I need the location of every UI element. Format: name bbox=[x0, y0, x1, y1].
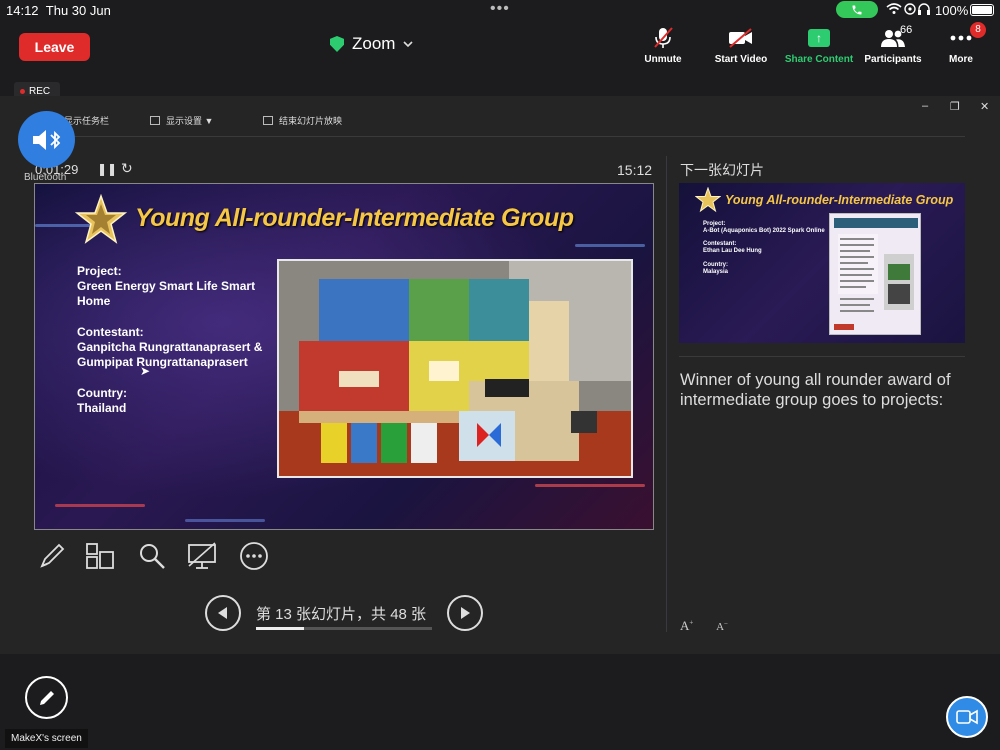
country-label: Country: bbox=[77, 386, 127, 400]
restore-icon[interactable]: ❐ bbox=[950, 100, 960, 113]
participants-button[interactable]: 66 Participants bbox=[858, 24, 928, 65]
current-time: 15:12 bbox=[617, 162, 653, 178]
more-options-icon[interactable] bbox=[238, 540, 270, 572]
battery-percent: 100% bbox=[935, 3, 969, 18]
increase-font-icon[interactable]: A+ bbox=[680, 618, 693, 633]
star-icon bbox=[695, 187, 721, 213]
slide-progress-fill bbox=[256, 627, 304, 630]
muted-mic-icon bbox=[628, 26, 698, 50]
speaker-notes[interactable]: Winner of young all rounder award of int… bbox=[680, 370, 960, 410]
see-all-slides-icon[interactable] bbox=[84, 540, 116, 572]
pen-tool-icon[interactable] bbox=[36, 540, 68, 572]
close-icon[interactable]: ✕ bbox=[980, 100, 989, 113]
status-bar: 14:12 Thu 30 Jun ••• 100% bbox=[0, 0, 1000, 22]
contestant-line-1: Ganpitcha Rungrattanaprasert & bbox=[77, 340, 263, 354]
next-project-label: Project: bbox=[703, 221, 726, 227]
wifi-icon bbox=[886, 2, 930, 19]
end-slideshow-button[interactable]: 结束幻灯片放映 bbox=[263, 114, 342, 127]
video-off-icon bbox=[706, 26, 776, 50]
next-slide-button[interactable] bbox=[447, 595, 483, 631]
font-size-controls: A+ A− bbox=[680, 618, 728, 634]
slide-progress-bar bbox=[256, 627, 432, 630]
pencil-icon bbox=[39, 690, 54, 705]
presenter-toolbar: 显示任务栏 显示设置 ▼ 结束幻灯片放映 – ❐ ✕ bbox=[0, 96, 1000, 136]
shared-screen: 显示任务栏 显示设置 ▼ 结束幻灯片放映 – ❐ ✕ 0:01:29 ❚❚ ↻ … bbox=[0, 96, 1000, 654]
project-line-2: Home bbox=[77, 294, 111, 308]
slide-counter[interactable]: 第 13 张幻灯片，共 48 张 bbox=[256, 603, 426, 624]
zoom-magnifier-icon[interactable] bbox=[136, 540, 168, 572]
annotate-button[interactable] bbox=[25, 676, 68, 719]
start-video-button[interactable]: Start Video bbox=[706, 26, 776, 65]
black-screen-icon[interactable] bbox=[186, 540, 218, 572]
country-value: Thailand bbox=[77, 401, 127, 415]
star-icon bbox=[75, 194, 127, 244]
status-time: 14:12 Thu 30 Jun bbox=[6, 3, 111, 18]
more-button[interactable]: 8 More bbox=[926, 22, 996, 65]
notification-badge: 8 bbox=[970, 22, 986, 38]
leave-button[interactable]: Leave bbox=[19, 33, 90, 61]
screen-owner-label: MakeX's screen bbox=[5, 729, 88, 748]
slide-title: Young All-rounder-Intermediate Group bbox=[135, 204, 574, 232]
previous-slide-button[interactable] bbox=[205, 595, 241, 631]
contestant-line-2: Gumpipat Rungrattanaprasert bbox=[77, 355, 248, 369]
current-slide[interactable]: Young All-rounder-Intermediate Group Pro… bbox=[34, 183, 654, 530]
display-settings-icon bbox=[150, 116, 160, 125]
share-arrow-icon: ↑ bbox=[808, 29, 830, 47]
project-line-1: Green Energy Smart Life Smart bbox=[77, 279, 256, 293]
triangle-right-icon bbox=[461, 607, 470, 619]
mouse-cursor-icon: ➤ bbox=[140, 364, 151, 378]
next-project-value: A-Bot (Aquaponics Bot) 2022 Spark Online bbox=[703, 228, 825, 234]
multitask-dots-icon[interactable]: ••• bbox=[490, 0, 510, 18]
next-country-label: Country: bbox=[703, 262, 728, 268]
next-slide-title: Young All-rounder-Intermediate Group bbox=[725, 193, 954, 207]
next-slide-poster-image bbox=[829, 213, 921, 335]
battery-icon bbox=[970, 4, 994, 16]
participants-icon bbox=[858, 26, 928, 50]
share-content-button[interactable]: ↑ Share Content bbox=[784, 26, 854, 65]
unmute-button[interactable]: Unmute bbox=[628, 26, 698, 65]
next-slide-preview[interactable]: Young All-rounder-Intermediate Group Pro… bbox=[679, 183, 965, 343]
camera-button[interactable] bbox=[946, 696, 988, 738]
decrease-font-icon[interactable]: A− bbox=[716, 619, 728, 633]
project-label: Project: bbox=[77, 264, 122, 278]
next-country-value: Malaysia bbox=[703, 269, 729, 275]
next-slide-label: 下一张幻灯片 bbox=[680, 162, 764, 178]
reset-timer-icon[interactable]: ↻ bbox=[121, 160, 133, 177]
pause-icon[interactable]: ❚❚ bbox=[97, 162, 117, 176]
bluetooth-label: Bluetooth bbox=[24, 172, 67, 183]
shield-icon bbox=[330, 36, 344, 52]
participants-count: 66 bbox=[900, 24, 913, 36]
speaker-bluetooth-icon bbox=[32, 129, 60, 150]
project-photo bbox=[277, 259, 633, 478]
next-contestant-label: Contestant: bbox=[703, 241, 737, 247]
minimize-icon[interactable]: – bbox=[922, 100, 928, 112]
meeting-title-text: Zoom bbox=[352, 34, 396, 53]
next-contestant-value: Ethan Lau Dee Hung bbox=[703, 248, 762, 254]
video-camera-icon bbox=[956, 709, 978, 725]
bluetooth-audio-button[interactable] bbox=[18, 111, 75, 168]
meeting-title[interactable]: Zoom bbox=[330, 34, 414, 54]
display-settings-button[interactable]: 显示设置 ▼ bbox=[150, 114, 213, 127]
record-dot-icon bbox=[20, 88, 25, 94]
contestant-label: Contestant: bbox=[77, 325, 144, 339]
end-slideshow-icon bbox=[263, 116, 273, 125]
chevron-down-icon bbox=[403, 37, 414, 51]
active-call-icon[interactable] bbox=[836, 1, 878, 18]
triangle-left-icon bbox=[218, 607, 227, 619]
